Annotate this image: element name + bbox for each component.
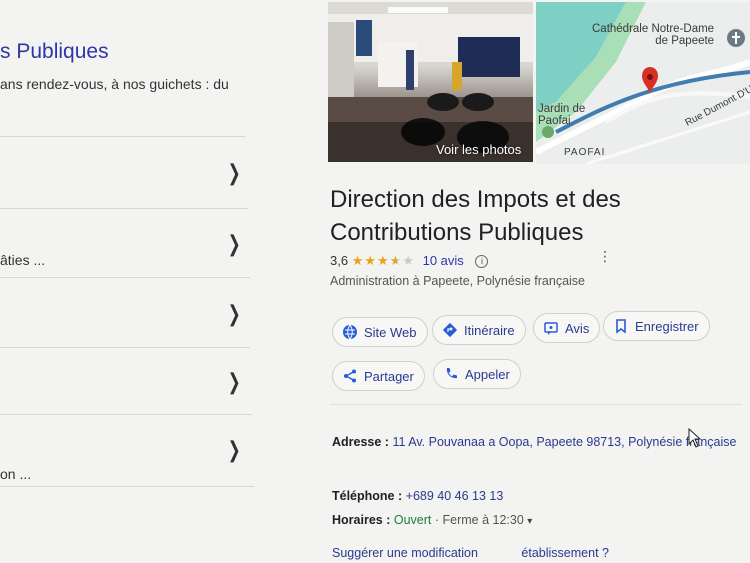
website-label: Site Web [364, 324, 417, 340]
suggest-edit-link[interactable]: Suggérer une modification établissement … [332, 546, 609, 560]
more-options-icon[interactable]: ⋮ [598, 248, 612, 265]
call-label: Appeler [465, 366, 510, 382]
directions-label: Itinéraire [464, 322, 515, 338]
map-label-paofai: PAOFAI [564, 147, 606, 158]
reviews-link[interactable]: 10 avis [423, 253, 464, 268]
search-results-column: s Publiques ans rendez-vous, à nos guich… [0, 0, 300, 563]
divider [0, 414, 252, 415]
hours-status: Ouvert [393, 513, 432, 527]
reviews-label: Avis [565, 320, 590, 336]
office-interior-image [328, 2, 533, 162]
place-title: Direction des Impots et des Contribution… [330, 186, 621, 246]
chevron-right-icon[interactable]: ❯ [228, 303, 241, 325]
review-icon [542, 319, 560, 337]
see-photos-button[interactable]: Voir les photos [436, 142, 521, 157]
call-button[interactable]: Appeler [433, 359, 521, 389]
save-label: Enregistrer [635, 318, 699, 334]
knowledge-panel: Voir les photos Cathédrale Notre-Dame de… [318, 0, 750, 563]
chevron-right-icon[interactable]: ❯ [228, 439, 241, 461]
claim-business-link[interactable]: établissement ? [521, 546, 609, 560]
phone-icon [442, 365, 460, 383]
suggest-edit-label[interactable]: Suggérer une modification [332, 546, 478, 560]
related-question-text: on ... [0, 466, 32, 482]
divider [0, 347, 250, 348]
address-value[interactable]: 11 Av. Pouvanaa a Oopa, Papeete 98713, P… [392, 435, 736, 449]
save-button[interactable]: Enregistrer [603, 311, 710, 341]
hours-close-time: · Ferme à 12:30 [434, 513, 524, 527]
chevron-right-icon[interactable]: ❯ [228, 162, 241, 184]
phone-label: Téléphone : [332, 489, 403, 503]
chevron-right-icon[interactable]: ❯ [228, 371, 241, 393]
directions-button[interactable]: Itinéraire [432, 315, 526, 345]
map-label-cathedral: Cathédrale Notre-Dame de Papeete [592, 23, 715, 48]
share-label: Partager [364, 368, 414, 384]
place-photo[interactable]: Voir les photos [328, 2, 533, 162]
rating-score: 3,6 [330, 253, 349, 268]
divider [330, 404, 742, 405]
divider [0, 136, 245, 137]
reviews-button[interactable]: Avis [533, 313, 601, 343]
result-snippet: ans rendez-vous, à nos guichets : du [0, 76, 229, 92]
hours-row: Horaires : Ouvert · Ferme à 12:30 ▾ [332, 513, 532, 527]
globe-icon [341, 323, 359, 341]
mouse-cursor-icon [688, 428, 702, 448]
divider [0, 208, 248, 209]
info-icon[interactable]: i [475, 255, 489, 268]
divider [0, 277, 250, 278]
chevron-right-icon[interactable]: ❯ [228, 233, 241, 255]
phone-row: Téléphone : +689 40 46 13 13 [332, 489, 503, 503]
phone-value[interactable]: +689 40 46 13 13 [406, 489, 504, 503]
related-question-text: âties ... [0, 252, 46, 268]
website-button[interactable]: Site Web [332, 317, 428, 347]
chevron-down-icon[interactable]: ▾ [527, 516, 532, 527]
bookmark-icon [612, 317, 630, 335]
rating-row: 3,6 ★★★★★ 10 avis i [330, 253, 489, 269]
place-category: Administration à Papeete, Polynésie fran… [330, 274, 586, 288]
result-heading[interactable]: s Publiques [0, 40, 109, 64]
star-rating-icon: ★★★★★ [351, 253, 415, 268]
address-row: Adresse : 11 Av. Pouvanaa a Oopa, Papeet… [332, 433, 742, 451]
share-icon [341, 367, 359, 385]
directions-icon [441, 321, 459, 339]
share-button[interactable]: Partager [332, 361, 425, 391]
address-label: Adresse : [332, 435, 389, 449]
map-label-jardin: Jardin de Paofai [538, 103, 586, 128]
hours-label: Horaires : [332, 513, 391, 527]
map-thumbnail[interactable]: Cathédrale Notre-Dame de Papeete Jardin … [536, 2, 750, 164]
divider [0, 486, 254, 487]
